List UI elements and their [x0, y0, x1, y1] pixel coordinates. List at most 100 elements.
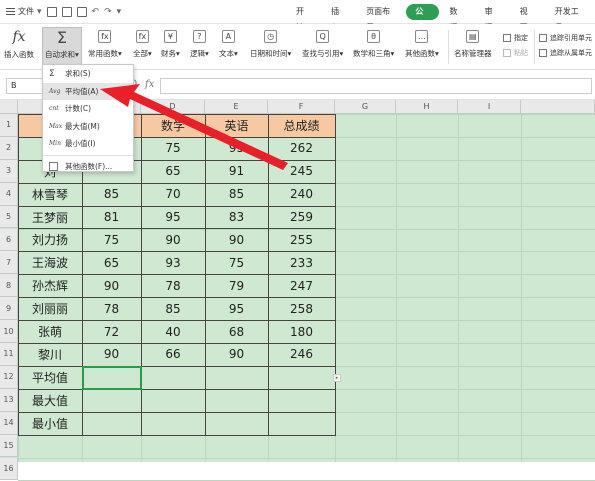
tab-insert[interactable]: 插入 [321, 4, 356, 32]
row-header[interactable]: 14 [0, 411, 18, 435]
row-header[interactable]: 13 [0, 388, 18, 412]
sigma-icon: Σ [49, 68, 55, 79]
menu-item-count-label: 计数(C) [65, 104, 92, 114]
file-menu-label: 文件 [18, 7, 34, 16]
table-border [141, 182, 206, 207]
specify-button[interactable]: 指定 [503, 30, 528, 45]
table-border [141, 228, 206, 253]
tab-home[interactable]: 开始 [286, 4, 321, 32]
row-header[interactable]: 3 [0, 159, 18, 183]
all-button[interactable]: fx 全部▾ [133, 28, 152, 59]
row-header[interactable]: 6 [0, 228, 18, 252]
selected-cell[interactable] [82, 365, 142, 390]
table-border [18, 388, 83, 413]
tab-developer[interactable]: 开发工具 [545, 4, 595, 32]
row-header[interactable]: 4 [0, 182, 18, 206]
row-header[interactable]: 15 [0, 434, 18, 458]
table-border [141, 274, 206, 299]
other-functions-button[interactable]: … 其他函数▾ [405, 28, 439, 59]
menu-item-max[interactable]: Max 最大值(M) [43, 118, 133, 136]
table-border [141, 388, 206, 413]
math-button[interactable]: θ 数学和三角▾ [353, 28, 394, 59]
select-all-corner[interactable] [0, 100, 18, 114]
tab-view[interactable]: 视图 [510, 4, 545, 32]
lookup-label: 查找与引用▾ [302, 49, 344, 58]
autofill-options-icon[interactable]: ▸ [333, 373, 341, 382]
datetime-button[interactable]: ◷ 日期和时间▾ [250, 28, 291, 59]
table-border [205, 274, 269, 299]
tab-data[interactable]: 数据 [439, 4, 474, 32]
row-header[interactable]: 1 [0, 114, 18, 137]
insert-function-button[interactable]: fx 插入函数 [4, 28, 34, 60]
table-border [18, 365, 83, 390]
row-header[interactable]: 9 [0, 297, 18, 321]
autosum-button[interactable]: Σ 自动求和▾ [42, 27, 82, 67]
row-header[interactable]: 10 [0, 320, 18, 343]
print-icon[interactable] [61, 6, 72, 17]
column-header[interactable]: I [458, 100, 521, 114]
specify-icon [503, 33, 511, 42]
row-header[interactable]: 11 [0, 343, 18, 366]
menu-item-other-functions[interactable]: 其他函数(F)... [43, 158, 133, 176]
finance-label: 财务▾ [161, 49, 180, 58]
table-border [18, 411, 83, 436]
logic-label: 逻辑▾ [190, 49, 209, 58]
tab-page-layout[interactable]: 页面布局 [356, 4, 406, 32]
logic-button[interactable]: ? 逻辑▾ [190, 28, 209, 59]
specify-group: 指定 粘贴 [503, 30, 528, 60]
finance-button[interactable]: ¥ 财务▾ [161, 28, 180, 59]
name-manager-icon: ▤ [466, 30, 480, 43]
table-border [18, 228, 83, 253]
row-header[interactable]: 16 [0, 457, 18, 481]
text-button[interactable]: A 文本▾ [219, 28, 238, 59]
common-functions-button[interactable]: fx 常用函数▾ [88, 28, 122, 59]
table-border [205, 365, 269, 390]
menu-item-min-label: 最小值(I) [65, 139, 96, 149]
column-header[interactable] [521, 100, 595, 114]
column-header[interactable]: E [205, 100, 268, 114]
table-border [18, 297, 83, 322]
trace-dependents-button[interactable]: 追踪从属单元 [539, 45, 592, 60]
row-header[interactable]: 7 [0, 251, 18, 275]
column-header[interactable]: D [141, 100, 205, 114]
column-header[interactable]: H [396, 100, 458, 114]
formula-input[interactable] [160, 78, 592, 94]
table-border [205, 159, 269, 184]
column-header[interactable]: F [268, 100, 335, 114]
row-header[interactable]: 2 [0, 136, 18, 160]
lookup-button[interactable]: Q 查找与引用▾ [302, 28, 343, 59]
menu-item-count[interactable]: cnt 计数(C) [43, 100, 133, 118]
table-border [82, 274, 142, 299]
paste-button[interactable]: 粘贴 [503, 45, 528, 60]
row-header[interactable]: 8 [0, 274, 18, 298]
trace-precedents-button[interactable]: 追踪引用单元 [539, 30, 592, 45]
save-icon[interactable] [46, 6, 57, 17]
common-functions-label: 常用函数▾ [88, 49, 122, 58]
file-menu[interactable]: 文件 ▾ [6, 6, 42, 17]
row-header[interactable]: 12 [0, 365, 18, 389]
tab-review[interactable]: 审阅 [475, 4, 510, 32]
trace-precedents-icon [539, 33, 547, 42]
math-label: 数学和三角▾ [353, 49, 395, 58]
name-manager-button[interactable]: ▤ 名称管理器 [454, 28, 492, 59]
redo-icon[interactable]: ↷ [104, 7, 112, 17]
undo-icon[interactable]: ↶ [92, 7, 100, 17]
table-border [268, 159, 336, 184]
table-border [268, 136, 336, 161]
table-border [141, 159, 206, 184]
table-border [268, 297, 336, 322]
menu-item-sum[interactable]: Σ 求和(S) [43, 65, 133, 83]
menu-item-average[interactable]: Avg 平均值(A) [43, 82, 133, 100]
preview-icon[interactable] [76, 6, 87, 17]
table-border [205, 182, 269, 207]
fx-icon[interactable]: fx [145, 79, 154, 90]
menu-item-sum-label: 求和(S) [65, 69, 91, 79]
row-header[interactable]: 5 [0, 205, 18, 229]
table-border [18, 251, 83, 276]
tab-formulas[interactable]: 公式 [406, 4, 440, 32]
more-icon[interactable]: ▾ [117, 7, 122, 17]
column-header[interactable]: G [335, 100, 396, 114]
table-border [141, 411, 206, 436]
table-border [82, 388, 142, 413]
menu-item-min[interactable]: Min 最小值(I) [43, 135, 133, 153]
